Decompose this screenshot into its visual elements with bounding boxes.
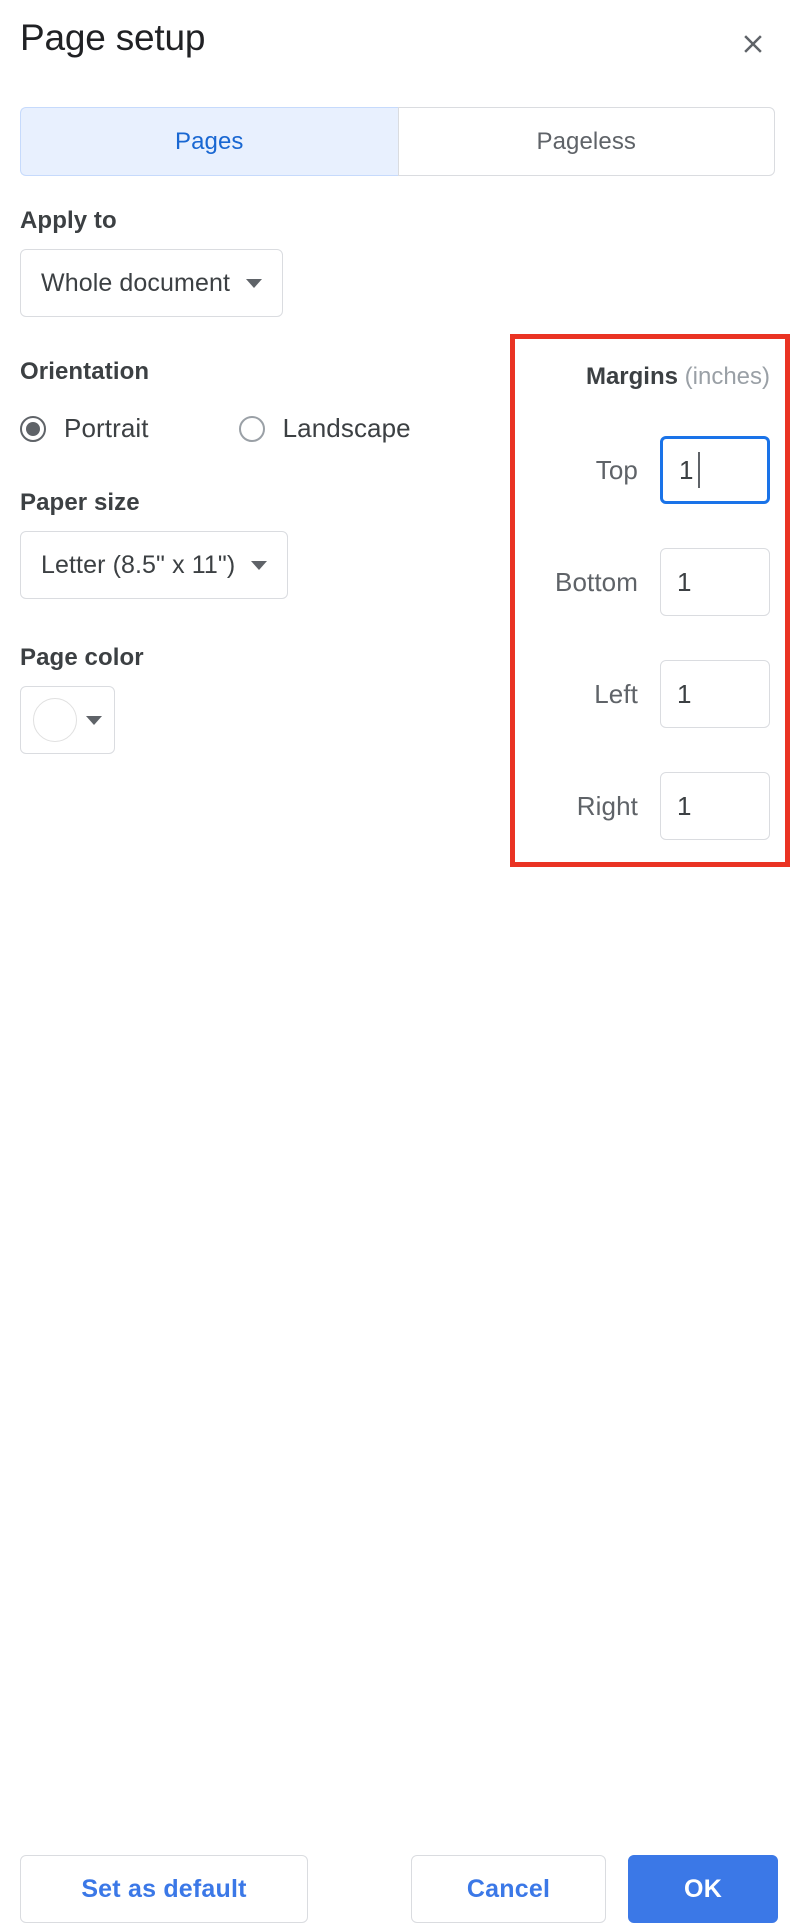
tab-pageless[interactable]: Pageless [398,107,776,176]
margin-right-input[interactable] [660,772,770,840]
set-as-default-button[interactable]: Set as default [20,1855,308,1923]
margins-heading-unit: (inches) [685,363,770,390]
apply-to-dropdown[interactable]: Whole document [20,249,283,317]
paper-size-label: Paper size [20,488,490,518]
apply-to-value: Whole document [41,269,230,298]
dialog-header: Page setup [20,12,783,74]
orientation-label: Orientation [20,357,490,387]
tab-pages[interactable]: Pages [20,107,398,176]
margin-bottom-label: Bottom [555,567,638,598]
close-button[interactable] [729,20,777,68]
text-cursor [698,452,700,488]
margin-row-top: Top [540,436,770,504]
radio-portrait-label: Portrait [64,413,149,444]
margin-top-input-wrap [660,436,770,504]
page-color-label: Page color [20,643,490,673]
page-setup-dialog: Page setup Pages Pageless Apply to Whole… [0,0,797,1024]
margins-heading: Margins (inches) [540,362,770,392]
radio-landscape-label: Landscape [283,413,411,444]
chevron-down-icon [246,279,262,288]
dialog-footer: Set as default Cancel OK [0,914,797,1024]
layout-mode-tabs: Pages Pageless [20,107,775,176]
ok-button[interactable]: OK [628,1855,778,1923]
chevron-down-icon [251,561,267,570]
settings-left-column: Apply to Whole document Orientation Port… [20,206,490,754]
close-icon [738,29,768,59]
margin-row-right: Right [540,772,770,840]
margins-heading-text: Margins [586,363,678,390]
radio-landscape[interactable]: Landscape [239,413,411,444]
margin-right-label: Right [577,791,638,822]
radio-portrait-ring [20,416,46,442]
radio-portrait[interactable]: Portrait [20,413,149,444]
page-title: Page setup [20,14,205,62]
margin-row-left: Left [540,660,770,728]
cancel-button[interactable]: Cancel [411,1855,606,1923]
margin-bottom-input[interactable] [660,548,770,616]
margin-top-input[interactable] [660,436,770,504]
margin-top-label: Top [596,455,638,486]
radio-portrait-dot [26,422,40,436]
margin-left-label: Left [594,679,638,710]
paper-size-dropdown[interactable]: Letter (8.5" x 11") [20,531,288,599]
orientation-radio-group: Portrait Landscape [20,413,490,444]
radio-landscape-ring [239,416,265,442]
margins-section: Margins (inches) Top Bottom Left Right [510,334,790,867]
margin-row-bottom: Bottom [540,548,770,616]
margin-left-input[interactable] [660,660,770,728]
apply-to-label: Apply to [20,206,490,236]
page-color-swatch [33,698,77,742]
paper-size-value: Letter (8.5" x 11") [41,551,235,580]
chevron-down-icon [86,716,102,725]
page-color-picker[interactable] [20,686,115,754]
